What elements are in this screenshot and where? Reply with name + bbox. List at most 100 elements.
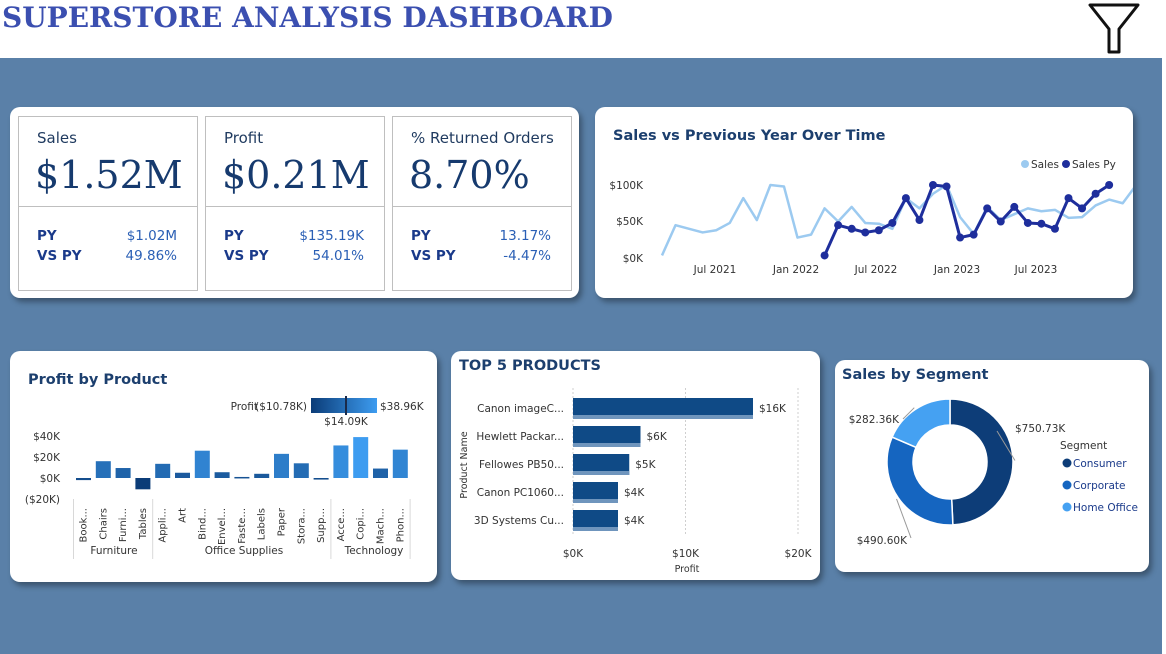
profit-bar (293, 463, 309, 478)
segment-slice (891, 398, 951, 449)
legend-consumer-label: Consumer (1073, 458, 1127, 470)
sales-py-point (1091, 189, 1100, 198)
product-bar-shadow (573, 443, 641, 447)
x-tick: Jul 2021 (693, 264, 737, 276)
group-label: Technology (344, 545, 404, 557)
legend-corporate-label: Corporate (1073, 480, 1126, 492)
sales-py-point (1078, 204, 1087, 213)
product-bar-shadow (573, 471, 630, 475)
group-label: Office Supplies (205, 545, 283, 557)
product-label: 3D Systems Cu... (474, 515, 564, 527)
legend-sales-label: Sales (1031, 159, 1059, 171)
product-label: Hewlett Packar... (476, 431, 564, 443)
legend-homeoffice-marker (1062, 502, 1072, 512)
sales-py-point (861, 228, 870, 237)
top5-card: TOP 5 PRODUCTS Product Name Profit $0K $1… (451, 351, 820, 580)
profit-bar (76, 478, 91, 481)
kpi-vspy-value: 49.86% (125, 248, 177, 264)
kpi-py-label: PY (37, 228, 57, 244)
kpi-py-label: PY (411, 228, 431, 244)
x-tick: Jul 2023 (1014, 264, 1058, 276)
legend-mid: $14.09K (324, 416, 369, 428)
segment-value: $750.73K (1015, 423, 1066, 435)
product-bar-shadow (573, 527, 618, 531)
sales-py-point (888, 218, 897, 227)
x-tick: $0K (563, 548, 584, 560)
y-tick: $20K (33, 452, 61, 464)
category-label: Supp... (316, 508, 327, 543)
segment-donut-chart[interactable]: Segment Consumer Corporate Home Office $… (835, 360, 1149, 572)
category-label: Art (178, 508, 189, 523)
legend-label: Profit (231, 401, 258, 413)
x-tick: $20K (785, 548, 813, 560)
profit-bar (115, 468, 131, 478)
category-label: Furni... (118, 508, 129, 542)
profit-bar (392, 449, 408, 478)
kpi-py-row: PY $135.19K (224, 228, 364, 244)
kpi-divider (19, 206, 197, 207)
sales-py-point (983, 204, 992, 213)
kpi-value: 8.70% (409, 153, 530, 197)
kpi-vspy-label: VS PY (411, 248, 456, 264)
legend-min: ($10.78K) (255, 401, 307, 413)
sales-py-point (915, 216, 924, 225)
profit-product-chart[interactable]: Profit ($10.78K) $38.96K $14.09K $40K $2… (10, 351, 437, 582)
kpi-divider (393, 206, 571, 207)
x-tick: Jul 2022 (854, 264, 898, 276)
sales-py-point (1010, 202, 1019, 211)
segment-card: Sales by Segment Segment Consumer Corpor… (835, 360, 1149, 572)
profit-bar (313, 478, 329, 480)
category-label: Acce... (336, 508, 347, 541)
profit-bar (234, 476, 250, 479)
filter-icon[interactable] (1088, 2, 1140, 56)
kpi-sales[interactable]: Sales $1.52M PY $1.02M VS PY 49.86% (18, 116, 198, 291)
sales-py-point (1050, 224, 1059, 233)
profit-bar (194, 450, 210, 478)
sales-py-point (874, 226, 883, 235)
profit-bar (135, 478, 151, 490)
sales-py-point (969, 230, 978, 239)
category-label: Appli... (158, 508, 169, 543)
legend-mid-marker (345, 396, 347, 415)
sales-py-point (1105, 181, 1114, 189)
sales-py-point (1064, 194, 1073, 203)
sales-py-point (929, 181, 937, 189)
product-label: Fellowes PB50... (479, 459, 564, 471)
kpi-returns[interactable]: % Returned Orders 8.70% PY 13.17% VS PY -4… (392, 116, 572, 291)
profit-product-card: Profit by Product Profit ($10.78K) $38.9… (10, 351, 437, 582)
product-label: Canon imageC... (477, 403, 564, 415)
kpi-py-value: $135.19K (299, 228, 364, 244)
segment-slice (886, 436, 954, 526)
sales-py-point (901, 194, 910, 203)
profit-bar (214, 472, 230, 478)
kpi-vspy-label: VS PY (37, 248, 82, 264)
kpi-value: $1.52M (35, 153, 183, 197)
kpi-divider (206, 206, 384, 207)
y-tick: $0K (623, 253, 644, 265)
sales-line (660, 183, 1133, 256)
kpi-py-row: PY $1.02M (37, 228, 177, 244)
legend-consumer-marker (1062, 458, 1072, 468)
kpi-vspy-row: VS PY 49.86% (37, 248, 177, 264)
kpi-profit[interactable]: Profit $0.21M PY $135.19K VS PY 54.01% (205, 116, 385, 291)
top5-chart[interactable]: Product Name Profit $0K $10K $20K Canon ima… (451, 351, 820, 580)
sales-line-chart[interactable]: Sales Sales Py $100K $50K $0K Jul 2021 J… (595, 107, 1133, 298)
product-value: $4K (624, 487, 645, 499)
kpi-label: Sales (37, 129, 77, 147)
kpi-vspy-row: VS PY -4.47% (411, 248, 551, 264)
profit-bar (333, 445, 349, 478)
legend-sales-marker (1021, 160, 1029, 168)
product-value: $16K (759, 403, 787, 415)
category-label: Faste... (237, 508, 248, 544)
legend-salespy-label: Sales Py (1072, 159, 1116, 171)
category-label: Envel... (217, 508, 228, 545)
segment-legend-title: Segment (1060, 440, 1107, 452)
category-label: Labels (257, 508, 268, 540)
category-label: Stora... (296, 508, 307, 544)
sales-py-point (942, 182, 951, 191)
legend-gradient (311, 398, 377, 413)
y-tick: $40K (33, 431, 61, 443)
x-tick: Jan 2023 (933, 264, 980, 276)
right-edge (1162, 0, 1166, 654)
legend-salespy-marker (1062, 160, 1070, 168)
